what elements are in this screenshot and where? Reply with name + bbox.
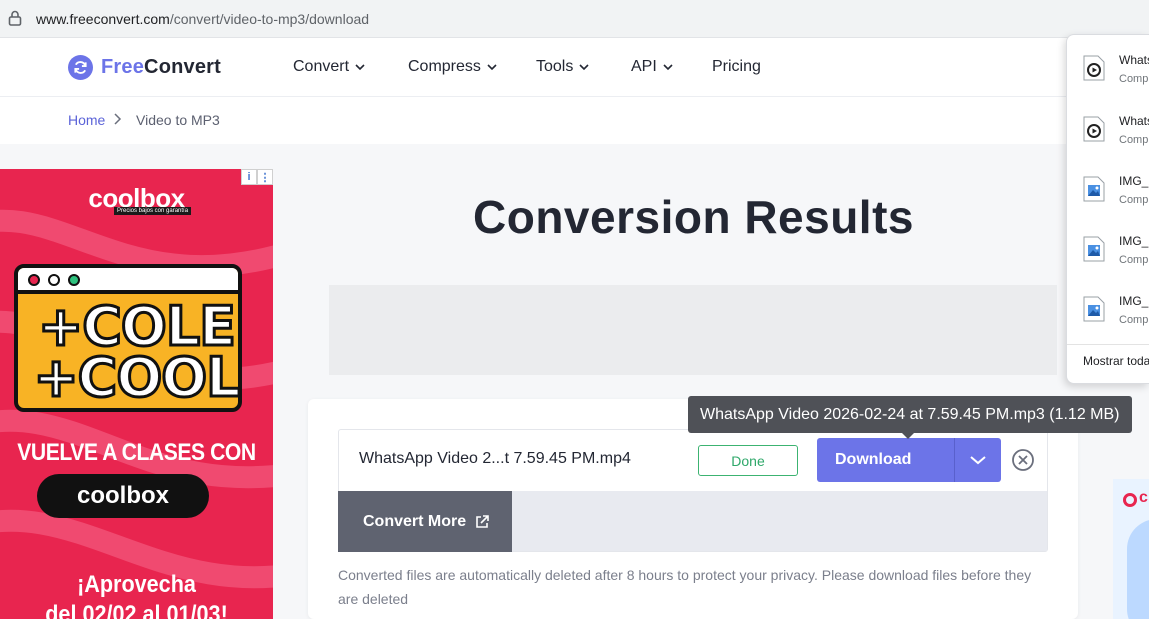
image-file-icon: [1083, 236, 1105, 262]
ad-line-vuelve: VUELVE A CLASES CON: [17, 439, 256, 466]
download-item-status: Compl: [1119, 194, 1149, 206]
lock-icon[interactable]: [8, 10, 22, 26]
status-badge: Done: [698, 445, 798, 476]
ad-brand-pill: coolbox: [37, 474, 209, 518]
ad-promo-dates: del 02/02 al 01/03!: [45, 601, 228, 619]
url-host: www.freeconvert.com: [36, 11, 170, 27]
ad-brand-fragment: c: [1139, 489, 1148, 506]
right-advertisement[interactable]: c: [1113, 479, 1149, 619]
ad-window-bar: [18, 268, 238, 294]
chevron-right-icon: [114, 113, 122, 125]
nav-convert[interactable]: Convert: [293, 58, 365, 76]
download-item[interactable]: Whats Compl: [1067, 96, 1149, 156]
file-name: WhatsApp Video 2...t 7.59.45 PM.mp4: [359, 450, 631, 467]
audio-file-icon: [1083, 55, 1105, 81]
download-item-name: IMG_2: [1119, 234, 1149, 248]
nav-pricing-label: Pricing: [712, 58, 761, 75]
chevron-down-icon: [579, 64, 589, 71]
nav-tools-label: Tools: [536, 58, 574, 75]
nav-convert-label: Convert: [293, 58, 350, 75]
left-advertisement[interactable]: i ⋮ coolbox Precios bajos con garantía +…: [0, 169, 273, 619]
convert-more-button[interactable]: Convert More: [338, 491, 512, 552]
logo-convert: Convert: [144, 56, 222, 78]
download-item[interactable]: IMG_2 Compl: [1067, 156, 1149, 216]
site-header: FreeConvert Convert Compress Tools API P…: [0, 38, 1149, 97]
breadcrumb-current: Video to MP3: [136, 112, 220, 128]
page-title: Conversion Results: [473, 191, 914, 243]
download-item-name: IMG_2: [1119, 294, 1149, 308]
logo-free: Free: [101, 56, 145, 78]
download-tooltip: WhatsApp Video 2026-02-24 at 7.59.45 PM.…: [688, 396, 1132, 439]
browser-downloads-panel: Whats Compl Whats Compl IMG_2 Compl IMG_…: [1066, 34, 1149, 384]
audio-file-icon: [1083, 116, 1105, 142]
ad-tagline: Precios bajos con garantía: [114, 207, 192, 215]
breadcrumb-home[interactable]: Home: [68, 112, 105, 128]
ad-headline-cool: +COOL: [32, 345, 242, 411]
show-all-downloads-link[interactable]: Mostrar toda: [1083, 354, 1149, 368]
window-dot-green: [68, 274, 80, 286]
chevron-down-icon: [970, 456, 986, 465]
download-options-toggle[interactable]: [954, 438, 1001, 482]
nav-pricing[interactable]: Pricing: [712, 58, 761, 76]
download-item-status: Compl: [1119, 314, 1149, 326]
download-item[interactable]: Whats Compl: [1067, 35, 1149, 95]
download-button[interactable]: Download: [817, 438, 954, 482]
download-item-status: Compl: [1119, 254, 1149, 266]
download-item-status: Compl: [1119, 134, 1149, 146]
nav-compress-label: Compress: [408, 58, 481, 75]
breadcrumb: Home Video to MP3: [0, 97, 1149, 144]
download-item-name: Whats: [1119, 53, 1149, 67]
nav-tools[interactable]: Tools: [536, 58, 589, 76]
image-file-icon: [1083, 176, 1105, 202]
url-path: /convert/video-to-mp3/download: [169, 11, 370, 27]
ad-placeholder: [329, 285, 1057, 375]
download-item-name: Whats: [1119, 114, 1149, 128]
chevron-down-icon: [487, 64, 497, 71]
url-text[interactable]: www.freeconvert.com/convert/video-to-mp3…: [36, 11, 369, 27]
nav-api[interactable]: API: [631, 58, 673, 76]
ad-promo-aprovecha: ¡Aprovecha: [77, 571, 196, 598]
ad-decoration: [1127, 519, 1149, 619]
window-dot-white: [48, 274, 60, 286]
ad-logo-ring: [1123, 493, 1137, 507]
privacy-note: Converted files are automatically delete…: [338, 567, 1032, 607]
tooltip-text: WhatsApp Video 2026-02-24 at 7.59.45 PM.…: [700, 405, 1120, 423]
refresh-icon: [74, 61, 87, 74]
image-file-icon: [1083, 296, 1105, 322]
logo-icon: [68, 55, 93, 80]
download-item-name: IMG_2: [1119, 174, 1149, 188]
nav-api-label: API: [631, 58, 657, 75]
convert-more-label: Convert More: [363, 512, 467, 530]
window-dot-red: [28, 274, 40, 286]
logo-text: FreeConvert: [101, 56, 221, 79]
nav-compress[interactable]: Compress: [408, 58, 497, 76]
download-item[interactable]: IMG_2 Compl: [1067, 276, 1149, 336]
remove-file-icon[interactable]: [1011, 448, 1035, 472]
chevron-down-icon: [355, 64, 365, 71]
freeconvert-logo[interactable]: FreeConvert: [68, 55, 221, 80]
panel-divider: [1067, 344, 1149, 345]
download-item[interactable]: IMG_2 Compl: [1067, 216, 1149, 276]
address-bar[interactable]: www.freeconvert.com/convert/video-to-mp3…: [0, 0, 1149, 38]
download-item-status: Compl: [1119, 73, 1149, 85]
external-link-icon: [476, 514, 489, 528]
chevron-down-icon: [663, 64, 673, 71]
